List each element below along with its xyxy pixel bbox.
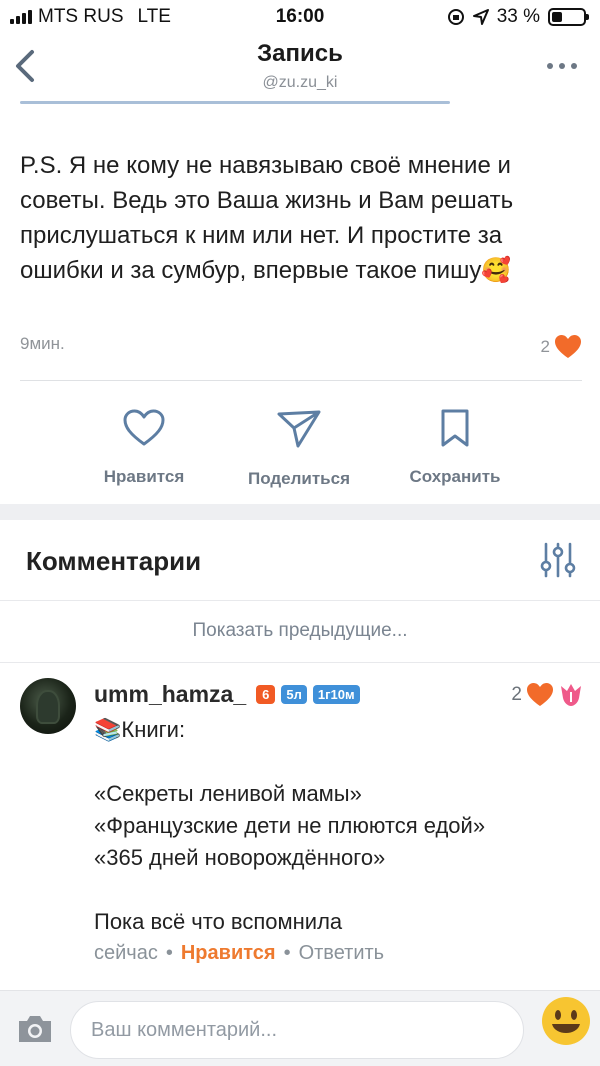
comment-input[interactable]: Ваш комментарий... — [70, 1001, 524, 1059]
like-label: Нравится — [103, 467, 185, 486]
comment-line: 📚Книги: — [94, 717, 186, 742]
heart-filled-icon — [555, 335, 581, 358]
more-icon[interactable] — [542, 56, 582, 76]
share-button[interactable]: Поделиться — [229, 408, 369, 489]
dot-separator: • — [283, 942, 291, 964]
battery-fill — [552, 12, 562, 22]
avatar[interactable] — [20, 678, 76, 734]
status-right: 33 % — [447, 6, 589, 28]
dot-separator: • — [165, 942, 173, 964]
battery-icon — [548, 8, 589, 26]
comment-line: «Французские дети не плюются едой» — [94, 813, 486, 838]
save-label: Сохранить — [409, 467, 501, 486]
camera-icon[interactable] — [16, 1013, 54, 1045]
post-like-count: 2 — [540, 337, 550, 356]
comment-line — [94, 874, 590, 906]
divider — [20, 380, 582, 381]
badge-child-age: 1г10м — [312, 684, 360, 704]
post-time: 9мин. — [20, 334, 65, 353]
rotation-lock-icon — [447, 9, 464, 25]
post-actions: Нравится Поделиться Сохранить — [0, 400, 600, 500]
hashtag-cut-line — [20, 100, 450, 106]
comment-text: 📚Книги: «Секреты ленивой мамы» «Французс… — [94, 714, 590, 938]
post-text: P.S. Я не кому не навязываю своё мнение … — [20, 152, 514, 284]
comment-like-count: 2 — [511, 684, 522, 705]
nav-bar: Запись @zu.zu_ki — [0, 34, 600, 100]
heart-icon — [123, 409, 165, 446]
comment-line — [94, 746, 590, 778]
section-gap — [0, 504, 600, 520]
comment-reply-button[interactable]: Ответить — [299, 942, 385, 964]
share-label: Поделиться — [247, 469, 351, 488]
heart-filled-icon — [527, 683, 553, 706]
status-bar: MTS RUS LTE 16:00 33 % — [0, 0, 600, 34]
comments-header: Комментарии — [26, 546, 202, 576]
smile-icon[interactable] — [540, 995, 592, 1047]
tulip-icon[interactable] — [558, 682, 584, 708]
comment-line: «Секреты ленивой мамы» — [94, 781, 362, 806]
divider — [0, 662, 600, 663]
share-icon — [277, 410, 321, 448]
battery-percent: 33 % — [496, 6, 540, 27]
comment-line: Пока всё что вспомнила — [94, 909, 343, 934]
filter-icon[interactable] — [540, 540, 576, 580]
comment-likes[interactable]: 2 — [511, 682, 584, 708]
page-subtitle[interactable]: @zu.zu_ki — [0, 74, 600, 92]
show-previous-button[interactable]: Показать предыдущие... — [0, 620, 600, 642]
comment-footer: сейчас • Нравится • Ответить — [94, 942, 384, 965]
comment-input-bar: Ваш комментарий... — [0, 990, 600, 1066]
bookmark-icon — [441, 409, 469, 447]
badge-age: 5л — [281, 684, 307, 704]
comment-body: umm_hamza_ 6 5л 1г10м 2 📚Книги: «Секреты… — [94, 678, 590, 938]
save-button[interactable]: Сохранить — [385, 408, 525, 487]
comment-author[interactable]: umm_hamza_ — [94, 681, 246, 708]
comment-time: сейчас — [94, 942, 158, 964]
divider — [0, 600, 600, 601]
post-meta: 9мин. 2 — [20, 334, 582, 362]
badge-level: 6 — [256, 684, 276, 704]
post-likes[interactable]: 2 — [541, 334, 582, 360]
comment-like-button[interactable]: Нравится — [181, 942, 276, 964]
page-title: Запись — [257, 40, 343, 67]
comment-line: «365 дней новорождённого» — [94, 845, 386, 870]
like-button[interactable]: Нравится — [74, 408, 214, 487]
location-icon — [472, 9, 489, 25]
